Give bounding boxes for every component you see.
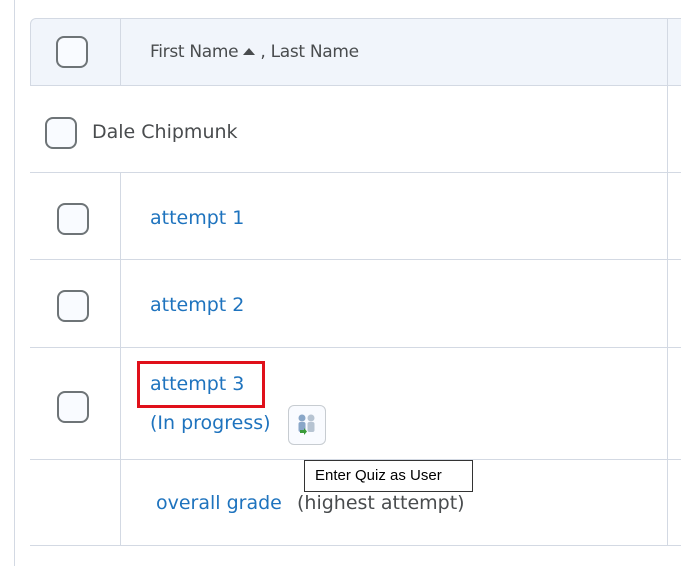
row-divider: [30, 545, 681, 546]
overall-grade-note: (highest attempt): [297, 492, 465, 514]
attempt-1-checkbox[interactable]: [57, 203, 89, 235]
overall-grade-link[interactable]: overall grade: [156, 492, 282, 514]
attempt-2-link[interactable]: attempt 2: [150, 294, 244, 316]
attempt-3-highlight-box: [137, 361, 265, 408]
name-column-header[interactable]: First Name, Last Name: [150, 42, 359, 62]
attempt-2-checkbox[interactable]: [57, 290, 89, 322]
header-separator: ,: [260, 42, 271, 62]
attempt-1-link[interactable]: attempt 1: [150, 207, 244, 229]
select-all-checkbox[interactable]: [56, 36, 88, 68]
enter-quiz-as-user-icon: [298, 414, 315, 435]
first-name-sort-link[interactable]: First Name: [150, 42, 239, 62]
enter-quiz-as-user-button[interactable]: [288, 405, 326, 445]
column-divider: [120, 172, 121, 546]
last-name-sort-link[interactable]: Last Name: [271, 42, 360, 62]
row-divider: [30, 259, 681, 260]
attempt-3-checkbox[interactable]: [57, 391, 89, 423]
user-row-checkbox[interactable]: [45, 117, 77, 149]
enter-quiz-tooltip: Enter Quiz as User: [304, 460, 473, 492]
column-divider-right: [667, 86, 668, 546]
header-divider-right: [667, 18, 668, 86]
row-divider: [30, 172, 681, 173]
attempt-3-status: (In progress): [150, 412, 271, 434]
row-divider: [30, 347, 681, 348]
sort-ascending-icon: [243, 48, 256, 55]
left-border: [14, 0, 15, 566]
user-name: Dale Chipmunk: [92, 121, 238, 143]
header-divider: [120, 18, 121, 86]
